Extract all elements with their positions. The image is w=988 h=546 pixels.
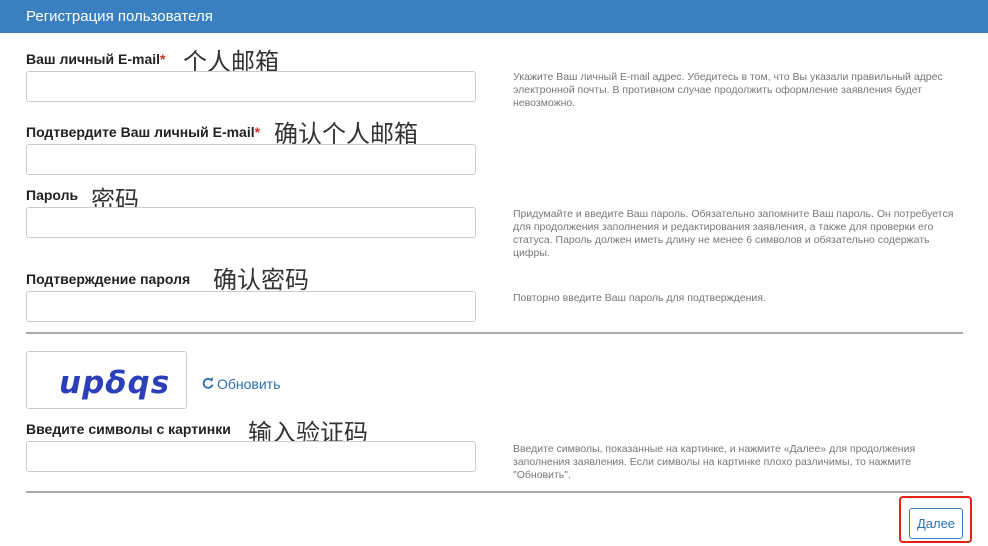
refresh-captcha-button[interactable]: Обновить	[202, 376, 280, 392]
password-field[interactable]	[26, 207, 476, 238]
captcha-text: upδqs	[59, 365, 170, 401]
email-field[interactable]	[26, 71, 476, 102]
password-confirm-field[interactable]	[26, 291, 476, 322]
email-hint: Укажите Ваш личный E-mail адрес. Убедите…	[513, 71, 943, 109]
bottom-divider	[26, 491, 963, 493]
page-header: Регистрация пользователя	[0, 0, 988, 33]
captcha-graphic: upδqs	[59, 365, 170, 401]
refresh-label: Обновить	[217, 376, 281, 392]
password-hint: Придумайте и введите Ваш пароль. Обязате…	[513, 208, 954, 259]
password-confirm-annotation: 确认密码	[213, 266, 309, 294]
section-divider	[26, 332, 963, 334]
password-confirm-label: Подтверждение пароля	[26, 271, 191, 287]
captcha-label: Введите символы с картинки	[26, 421, 231, 437]
captcha-field[interactable]	[26, 441, 476, 472]
email-confirm-label: Подтвердите Ваш личный E-mail*	[26, 124, 261, 140]
email-confirm-field[interactable]	[26, 144, 476, 175]
captcha-hint: Введите символы, показанные на картинке,…	[513, 443, 916, 481]
email-label: Ваш личный E-mail*	[26, 51, 166, 67]
page-title: Регистрация пользователя	[26, 8, 213, 25]
captcha-image: upδqs	[26, 351, 187, 409]
required-mark: *	[254, 124, 261, 140]
refresh-icon	[202, 376, 214, 392]
password-label: Пароль	[26, 187, 79, 203]
password-confirm-hint: Повторно введите Ваш пароль для подтверж…	[513, 292, 766, 304]
next-button[interactable]: Далее	[909, 508, 963, 539]
required-mark: *	[160, 51, 166, 67]
